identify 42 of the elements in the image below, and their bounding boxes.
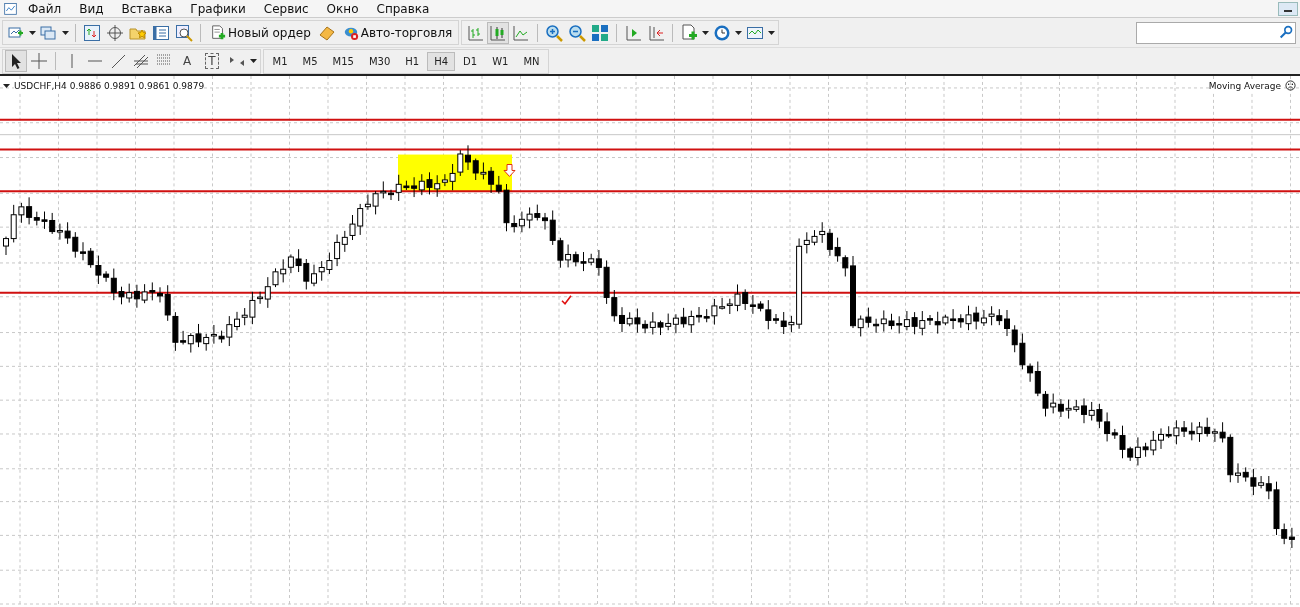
zoom-in-icon[interactable] — [544, 22, 565, 43]
menu-item[interactable]: Графики — [181, 1, 255, 16]
market-watch-icon[interactable] — [82, 22, 102, 43]
search-icon[interactable] — [1278, 24, 1295, 41]
timeframe-tab[interactable]: D1 — [457, 52, 484, 70]
text-tool[interactable]: A — [177, 54, 198, 68]
document-plus-icon — [210, 24, 226, 41]
collapse-caret-icon[interactable] — [3, 83, 10, 88]
caret-icon[interactable] — [702, 30, 710, 35]
timeframe-tab[interactable]: H1 — [399, 52, 426, 70]
menu-item[interactable]: Справка — [367, 1, 439, 16]
candlestick-icon[interactable] — [488, 22, 509, 43]
menu-item[interactable]: Файл — [19, 1, 71, 16]
crosshair-icon[interactable] — [105, 22, 125, 43]
text-label-tool[interactable]: T — [205, 53, 219, 69]
timeframe-tab[interactable]: W1 — [486, 52, 515, 70]
tile-windows-icon[interactable] — [590, 22, 611, 43]
menu-item[interactable]: Вставка — [112, 1, 182, 16]
timeframe-tab[interactable]: MN — [517, 52, 546, 70]
caret-icon[interactable] — [735, 30, 743, 35]
auto-trading-button[interactable]: Авто-торговля — [339, 24, 456, 41]
timeframe-tab[interactable]: H4 — [428, 52, 455, 70]
menu-item[interactable]: Сервис — [254, 1, 318, 16]
magnifier-icon[interactable] — [174, 22, 194, 43]
timeframe-tab[interactable]: M30 — [362, 52, 397, 70]
new-order-button[interactable]: Новый ордер — [207, 24, 314, 41]
caret-icon[interactable] — [29, 30, 36, 35]
caret-icon[interactable] — [62, 30, 69, 35]
symbol-info: USDCHF,H4 0.9886 0.9891 0.9861 0.9879 — [14, 80, 205, 91]
search-field[interactable] — [1136, 21, 1296, 44]
menu-item[interactable]: Вид — [70, 1, 113, 16]
caret-icon[interactable] — [768, 30, 776, 35]
timeframe-tab[interactable]: M15 — [326, 52, 360, 70]
caret-icon[interactable] — [249, 59, 257, 63]
sad-face-icon — [1285, 80, 1296, 91]
cursor-icon[interactable] — [6, 51, 26, 71]
menu-item[interactable]: Окно — [317, 1, 368, 16]
minimize-icon[interactable] — [1278, 1, 1298, 16]
indicator-label: Moving Average — [1208, 80, 1281, 91]
timeframe-tab[interactable]: M5 — [296, 52, 324, 70]
timeframe-tab[interactable]: M1 — [266, 52, 294, 70]
zoom-out-icon[interactable] — [567, 22, 588, 43]
